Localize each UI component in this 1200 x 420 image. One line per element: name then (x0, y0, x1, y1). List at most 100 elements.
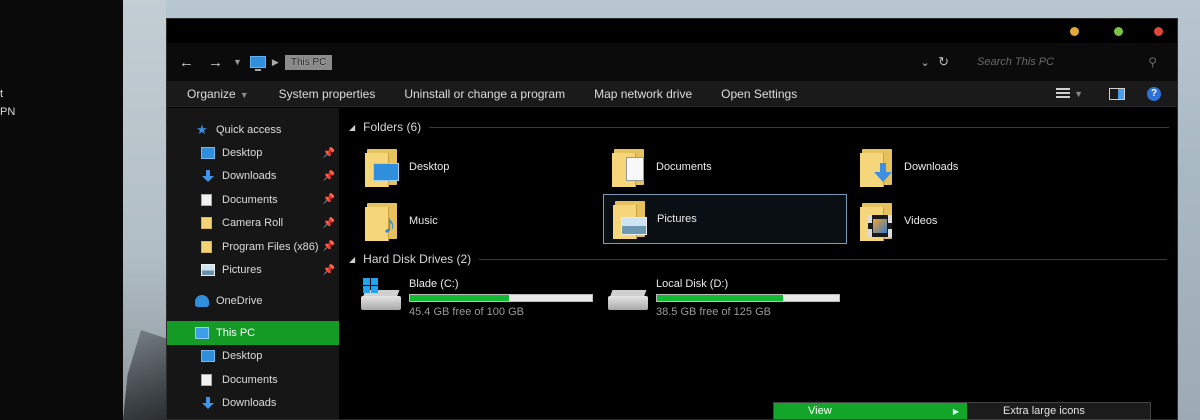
nav-label: Documents (222, 373, 278, 386)
nav-label: Pictures (222, 264, 262, 277)
preview-pane-icon[interactable] (1109, 88, 1125, 100)
map-network-drive-button[interactable]: Map network drive (594, 87, 692, 101)
refresh-icon[interactable]: ↻ (938, 54, 949, 70)
organize-label: Organize (187, 86, 236, 101)
nav-item-documents[interactable]: Documents 📌 (167, 188, 339, 211)
drive-c[interactable]: Blade (C:) 45.4 GB free of 100 GB (361, 278, 593, 318)
nav-item-downloads[interactable]: Downloads 📌 (167, 165, 339, 188)
star-icon: ★ (196, 121, 208, 137)
document-icon (201, 193, 212, 206)
nav-this-pc[interactable]: This PC (167, 321, 339, 345)
menu-item-label: View (808, 405, 832, 417)
file-explorer-window: ← → ▼ ▶ This PC ⌄ ↻ Search This PC ⚲ Org… (166, 18, 1178, 420)
content-area: ★ Quick access Desktop 📌 Downloads 📌 Doc… (167, 108, 1177, 419)
drive-free-space: 38.5 GB free of 125 GB (656, 306, 771, 318)
pin-icon: 📌 (322, 241, 335, 253)
downloads-folder-icon (860, 147, 896, 187)
nav-label: Desktop (222, 147, 263, 160)
nav-item-this-pc-documents[interactable]: Documents (167, 368, 339, 391)
folder-icon (201, 217, 212, 230)
nav-item-desktop[interactable]: Desktop 📌 (167, 141, 339, 164)
drive-usage-fill (657, 295, 783, 301)
nav-label: Documents (222, 193, 278, 206)
nav-onedrive[interactable]: OneDrive (167, 290, 339, 313)
command-bar: Organize ▼ System properties Uninstall or… (167, 81, 1177, 107)
submenu-arrow-icon: ▶ (952, 406, 959, 416)
folder-pictures[interactable]: Pictures (603, 194, 847, 244)
drive-usage-bar (656, 294, 840, 302)
back-arrow-icon[interactable]: ← (179, 54, 194, 71)
cloud-icon (195, 295, 209, 308)
drive-name: Blade (C:) (409, 278, 459, 290)
navigation-pane: ★ Quick access Desktop 📌 Downloads 📌 Doc… (167, 108, 339, 419)
drive-free-space: 45.4 GB free of 100 GB (409, 306, 524, 318)
drive-d[interactable]: Local Disk (D:) 38.5 GB free of 125 GB (608, 278, 840, 318)
folder-label: Pictures (657, 213, 697, 225)
music-folder-icon: ♪ (365, 201, 401, 241)
desktop-folder-icon (365, 147, 401, 187)
folder-desktop[interactable]: Desktop (365, 144, 595, 190)
pin-icon: 📌 (322, 147, 335, 159)
maximize-button[interactable] (1114, 27, 1123, 36)
breadcrumb-this-pc[interactable]: This PC (284, 54, 333, 70)
group-divider (479, 258, 1168, 260)
chevron-down-icon: ▼ (239, 89, 249, 100)
nav-item-this-pc-desktop[interactable]: Desktop (167, 345, 339, 368)
folder-downloads[interactable]: Downloads (860, 144, 1090, 190)
left-dark-panel: t PN (0, 0, 123, 420)
address-history-chevron-icon[interactable]: ⌄ (918, 56, 932, 69)
chevron-down-icon[interactable]: ▼ (1074, 89, 1083, 99)
menu-item-label: Extra large icons (1003, 405, 1085, 417)
recent-locations-chevron-icon[interactable]: ▼ (233, 57, 242, 67)
toolbar-right: ▼ ? (1056, 81, 1177, 107)
search-placeholder: Search This PC (977, 56, 1055, 68)
download-icon (201, 396, 215, 409)
desktop-icon (201, 147, 215, 160)
search-input[interactable]: Search This PC ⚲ (971, 50, 1167, 74)
view-options-icon[interactable] (1056, 88, 1071, 100)
collapse-triangle-icon[interactable]: ◢ (349, 255, 355, 264)
folder-documents[interactable]: Documents (612, 144, 842, 190)
nav-item-pictures[interactable]: Pictures 📌 (167, 258, 339, 281)
this-pc-icon (249, 56, 266, 71)
pin-icon: 📌 (322, 170, 335, 182)
close-button[interactable] (1154, 27, 1163, 36)
forward-arrow-icon[interactable]: → (208, 54, 223, 71)
nav-label: Downloads (222, 396, 277, 409)
help-icon[interactable]: ? (1147, 87, 1161, 101)
nav-quick-access[interactable]: ★ Quick access (167, 118, 339, 141)
nav-item-program-files[interactable]: Program Files (x86) 📌 (167, 235, 339, 258)
drives-group-header[interactable]: ◢ Hard Disk Drives (2) (349, 252, 1168, 266)
videos-folder-icon (860, 201, 896, 241)
folder-music[interactable]: ♪ Music (365, 198, 595, 244)
breadcrumb-chevron-icon[interactable]: ▶ (272, 57, 279, 68)
folder-label: Videos (904, 215, 938, 227)
documents-folder-icon (612, 147, 648, 187)
context-menu-view[interactable]: View ▶ (774, 403, 967, 419)
pin-icon: 📌 (322, 194, 335, 206)
organize-button[interactable]: Organize ▼ (187, 87, 249, 101)
drive-name: Local Disk (D:) (656, 278, 729, 290)
submenu-extra-large-icons[interactable]: Extra large icons (967, 403, 1150, 419)
uninstall-program-button[interactable]: Uninstall or change a program (404, 87, 565, 101)
address-bar: ← → ▼ ▶ This PC ⌄ ↻ Search This PC ⚲ (167, 43, 1177, 81)
windows-logo-icon (363, 278, 379, 294)
system-properties-button[interactable]: System properties (279, 87, 376, 101)
open-settings-button[interactable]: Open Settings (721, 87, 797, 101)
computer-icon (195, 326, 209, 339)
windows-drive-icon (361, 278, 403, 316)
folder-label: Music (409, 215, 438, 227)
folder-label: Documents (656, 161, 712, 173)
context-menu: View ▶ Extra large icons (773, 402, 1151, 420)
drive-usage-bar (409, 294, 593, 302)
collapse-triangle-icon[interactable]: ◢ (349, 123, 355, 132)
drive-usage-fill (410, 295, 510, 301)
nav-item-camera-roll[interactable]: Camera Roll 📌 (167, 212, 339, 235)
nav-label: OneDrive (216, 295, 263, 308)
folder-videos[interactable]: Videos (860, 198, 1090, 244)
nav-item-this-pc-downloads[interactable]: Downloads (167, 391, 339, 414)
folders-group-header[interactable]: ◢ Folders (6) (349, 120, 1170, 134)
pin-icon: 📌 (322, 217, 335, 229)
minimize-button[interactable] (1070, 27, 1079, 36)
